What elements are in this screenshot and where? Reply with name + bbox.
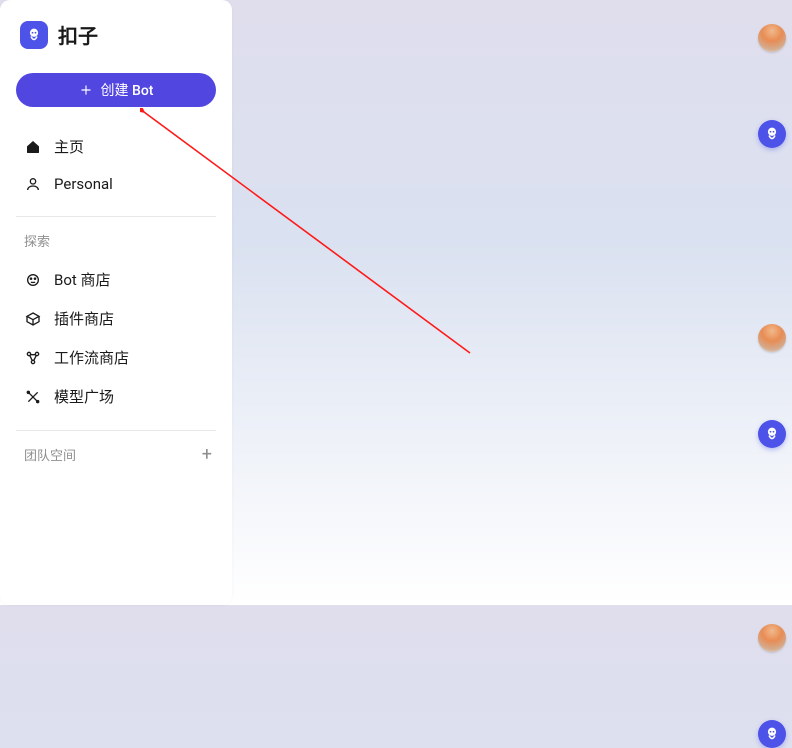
compass-icon xyxy=(24,388,42,406)
assistant-icon xyxy=(763,125,781,143)
plus-icon xyxy=(79,83,93,97)
sidebar-item-label: 工作流商店 xyxy=(54,347,129,368)
assistant-button[interactable] xyxy=(758,120,786,148)
brand-name: 扣子 xyxy=(58,20,98,49)
avatar[interactable] xyxy=(758,324,786,352)
person-icon xyxy=(24,175,42,193)
avatar[interactable] xyxy=(758,624,786,652)
sidebar: 扣子 创建 Bot 主页 Personal 探索 Bot 商店 插件商店 工作流… xyxy=(0,0,232,605)
cube-icon xyxy=(24,310,42,328)
sidebar-item-label: 插件商店 xyxy=(54,308,114,329)
sidebar-item-home[interactable]: 主页 xyxy=(16,127,216,166)
sidebar-item-label: 模型广场 xyxy=(54,386,114,407)
sidebar-item-workflow-store[interactable]: 工作流商店 xyxy=(16,338,216,377)
sidebar-item-plugin-store[interactable]: 插件商店 xyxy=(16,299,216,338)
create-bot-label: 创建 Bot xyxy=(101,80,154,100)
brand-logo-icon xyxy=(20,21,48,49)
avatar[interactable] xyxy=(758,24,786,52)
sidebar-item-bot-store[interactable]: Bot 商店 xyxy=(16,260,216,299)
team-space-row: 团队空间 + xyxy=(16,445,216,464)
home-icon xyxy=(24,138,42,156)
assistant-button[interactable] xyxy=(758,720,786,748)
divider xyxy=(16,216,216,217)
assistant-icon xyxy=(763,725,781,743)
team-space-label: 团队空间 xyxy=(24,445,76,464)
right-rail xyxy=(758,24,786,748)
assistant-icon xyxy=(763,425,781,443)
section-title-explore: 探索 xyxy=(16,231,216,260)
nav-explore: Bot 商店 插件商店 工作流商店 模型广场 xyxy=(16,260,216,416)
sidebar-item-label: 主页 xyxy=(54,136,84,157)
sidebar-item-model-square[interactable]: 模型广场 xyxy=(16,377,216,416)
workflow-icon xyxy=(24,349,42,367)
add-team-button[interactable]: + xyxy=(202,446,212,464)
assistant-button[interactable] xyxy=(758,420,786,448)
bot-icon xyxy=(24,271,42,289)
brand: 扣子 xyxy=(16,20,216,49)
nav-primary: 主页 Personal xyxy=(16,127,216,202)
sidebar-item-label: Bot 商店 xyxy=(54,269,111,290)
sidebar-item-label: Personal xyxy=(54,175,113,193)
sidebar-item-personal[interactable]: Personal xyxy=(16,166,216,202)
divider xyxy=(16,430,216,431)
create-bot-button[interactable]: 创建 Bot xyxy=(16,73,216,107)
